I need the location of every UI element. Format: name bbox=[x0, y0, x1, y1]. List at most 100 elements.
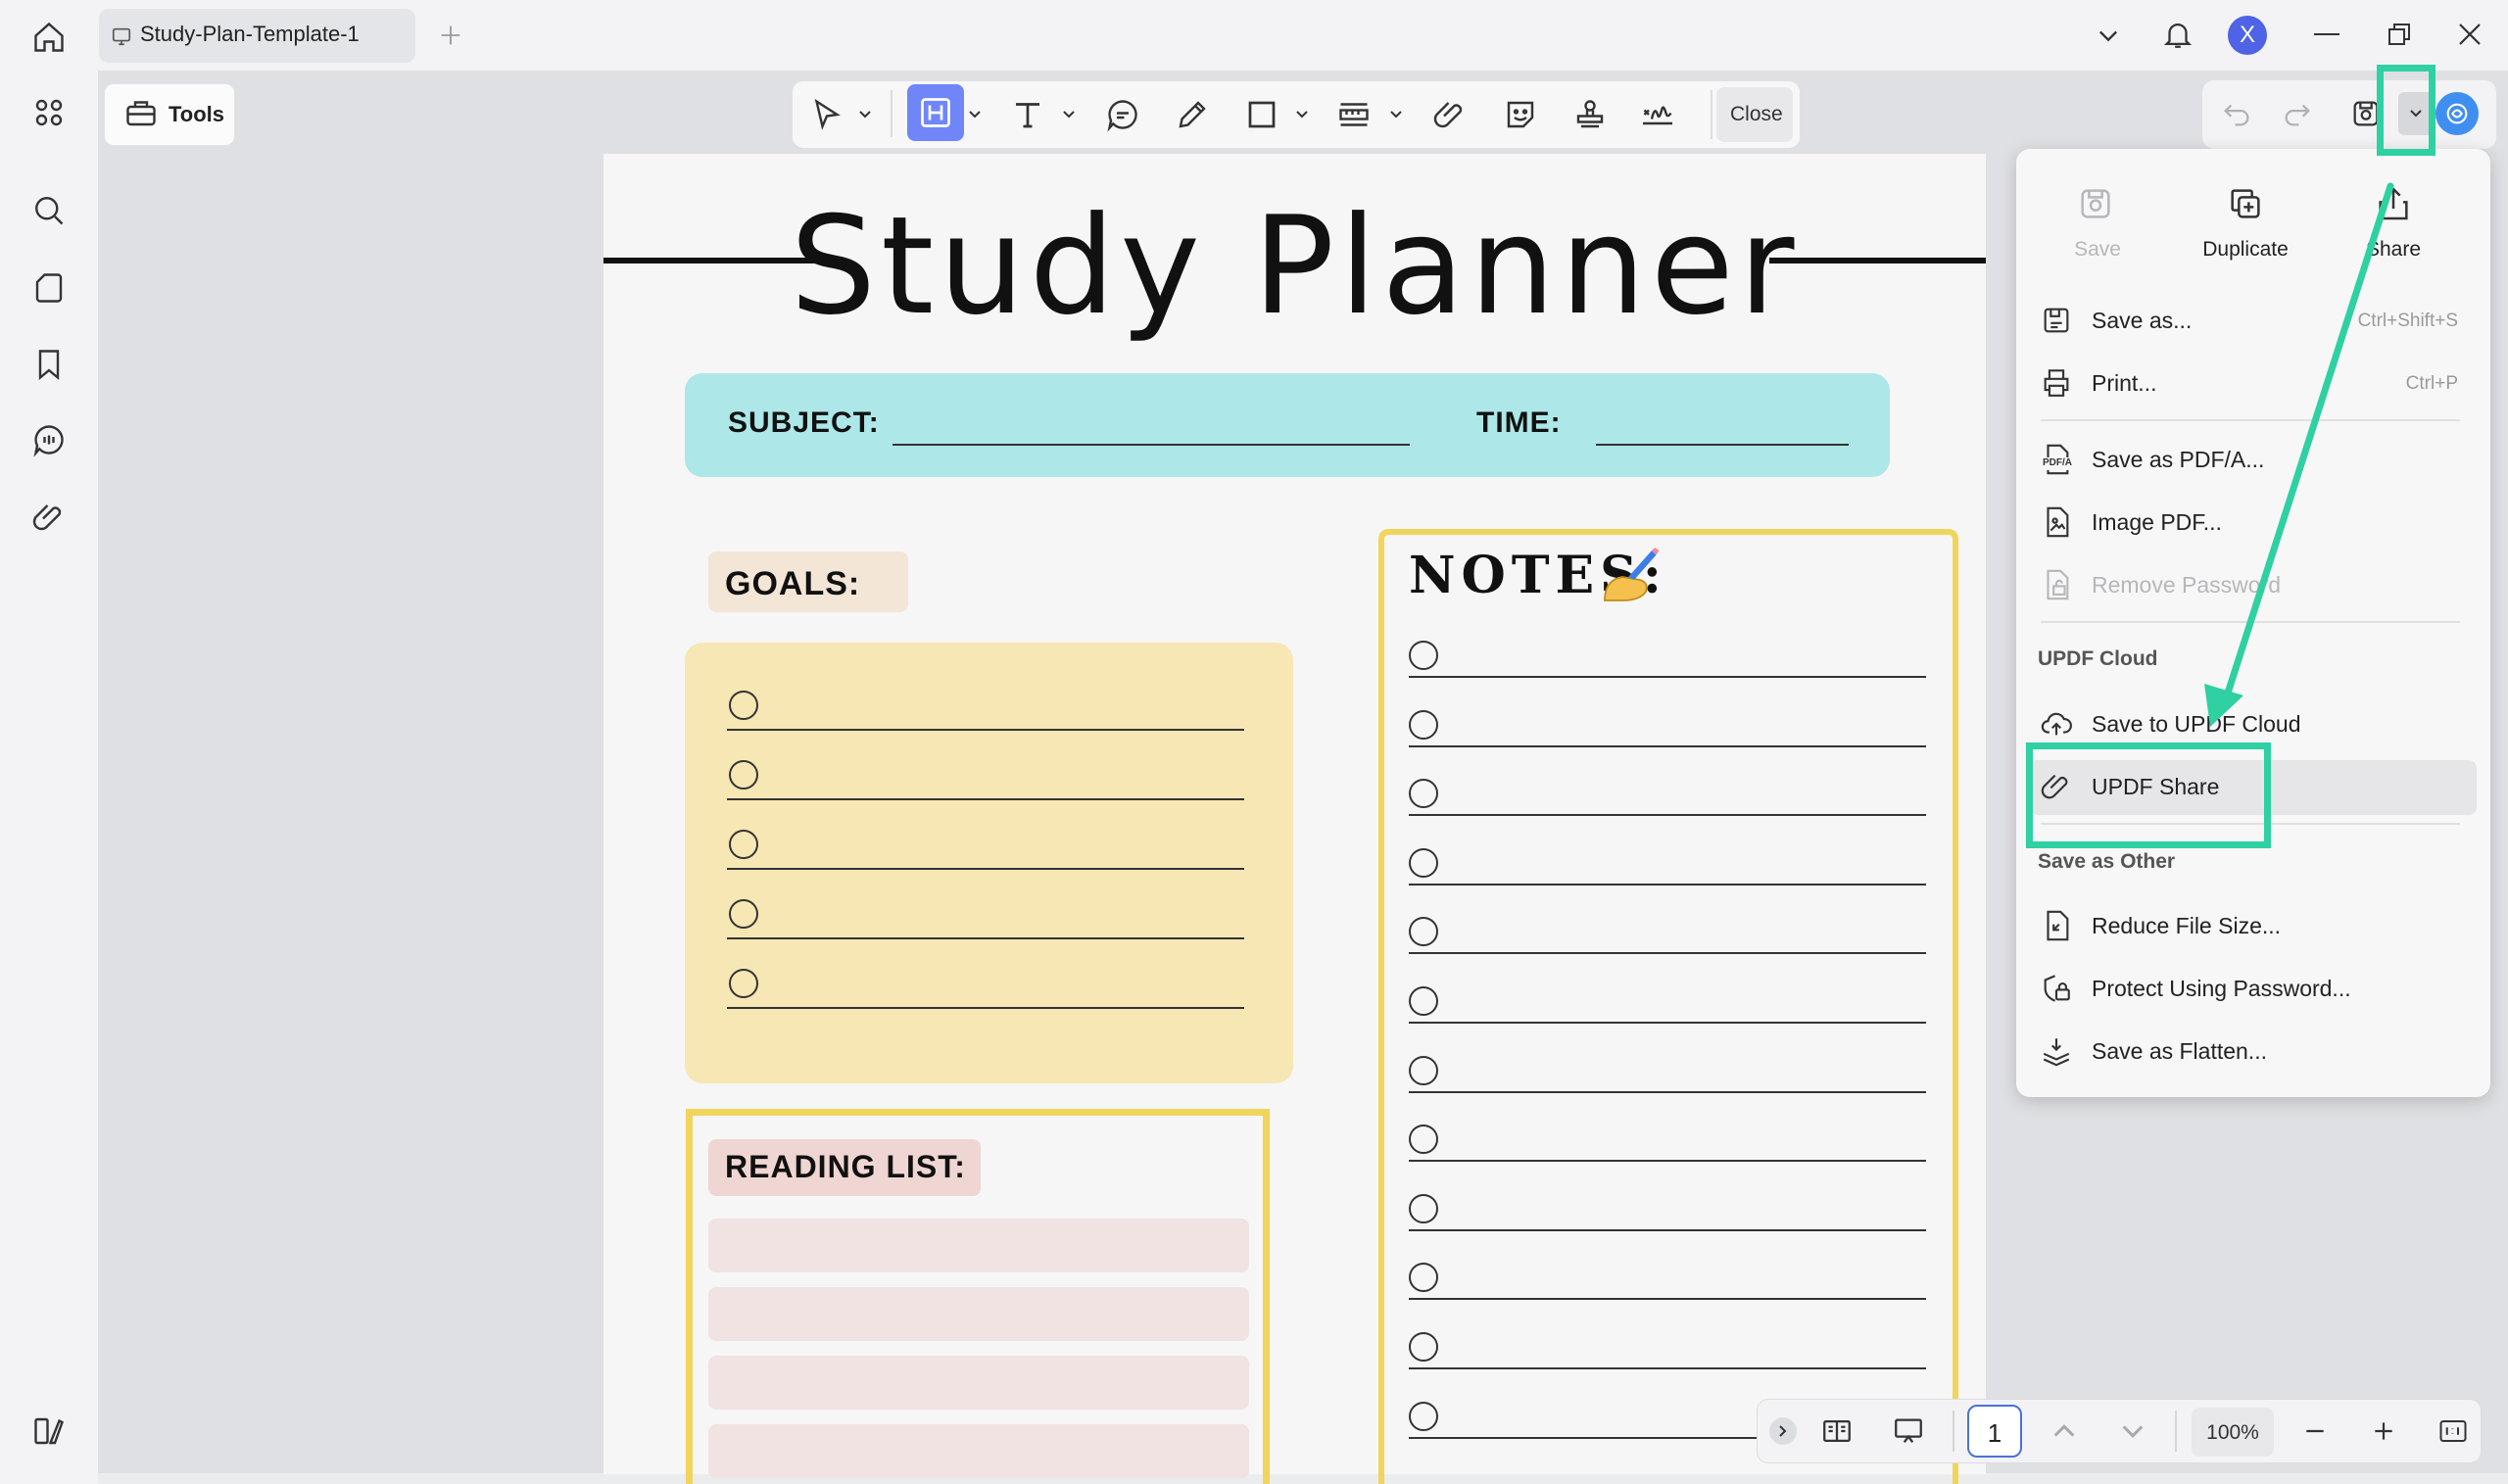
reading-list-row[interactable] bbox=[708, 1219, 1249, 1272]
note-entry-line[interactable] bbox=[1409, 814, 1926, 816]
highlight-tool-chevron-icon[interactable] bbox=[968, 110, 982, 120]
page-layout-icon[interactable] bbox=[1820, 1414, 1854, 1448]
goal-entry-line[interactable] bbox=[727, 868, 1244, 870]
tools-label: Tools bbox=[169, 102, 225, 126]
tab-list-chevron-icon[interactable] bbox=[2095, 22, 2122, 49]
apps-grid-icon[interactable] bbox=[31, 95, 67, 130]
note-checkbox[interactable] bbox=[1409, 1332, 1438, 1362]
next-page-icon[interactable] bbox=[2120, 1422, 2146, 1442]
note-checkbox[interactable] bbox=[1409, 779, 1438, 808]
goal-entry-line[interactable] bbox=[727, 1007, 1244, 1009]
presentation-icon[interactable] bbox=[1891, 1414, 1926, 1448]
stamp-tool-icon[interactable] bbox=[1572, 97, 1608, 132]
save-as-icon bbox=[2040, 304, 2073, 337]
restore-icon[interactable] bbox=[2385, 20, 2414, 49]
time-field-line[interactable] bbox=[1596, 444, 1849, 446]
note-checkbox[interactable] bbox=[1409, 986, 1438, 1016]
menu-item-save-as[interactable]: Save as... bbox=[2092, 308, 2192, 334]
save-icon[interactable] bbox=[2076, 184, 2115, 223]
bottom-bar-divider bbox=[1953, 1411, 1954, 1452]
bookmark-icon[interactable] bbox=[31, 347, 67, 382]
note-checkbox[interactable] bbox=[1409, 917, 1438, 946]
note-checkbox[interactable] bbox=[1409, 1263, 1438, 1292]
reading-list-row[interactable] bbox=[708, 1424, 1249, 1478]
toolbar-divider bbox=[891, 90, 892, 137]
toolbox-icon bbox=[123, 95, 159, 130]
section-header-save-as-other: Save as Other bbox=[2038, 850, 2176, 873]
goal-entry-line[interactable] bbox=[727, 729, 1244, 731]
home-icon[interactable] bbox=[31, 20, 67, 55]
highlight-tool-button[interactable] bbox=[907, 84, 964, 141]
zoom-in-icon[interactable] bbox=[2371, 1418, 2396, 1444]
attach-tool-icon[interactable] bbox=[1432, 97, 1468, 132]
ai-assistant-icon[interactable] bbox=[2436, 92, 2479, 135]
note-entry-line[interactable] bbox=[1409, 676, 1926, 678]
select-tool-chevron-icon[interactable] bbox=[858, 110, 872, 120]
save-action-label[interactable]: Save bbox=[2024, 238, 2171, 262]
pencil-tool-icon[interactable] bbox=[1175, 97, 1210, 132]
image-pdf-icon bbox=[2040, 505, 2073, 539]
menu-item-reduce-file-size[interactable]: Reduce File Size... bbox=[2092, 913, 2281, 939]
signature-tool-icon[interactable] bbox=[1640, 97, 1675, 132]
note-entry-line[interactable] bbox=[1409, 1229, 1926, 1231]
note-checkbox[interactable] bbox=[1409, 1402, 1438, 1431]
user-avatar[interactable]: X bbox=[2228, 16, 2267, 55]
note-entry-line[interactable] bbox=[1409, 1022, 1926, 1024]
menu-item-print[interactable]: Print... bbox=[2092, 370, 2156, 397]
note-checkbox[interactable] bbox=[1409, 848, 1438, 878]
note-checkbox[interactable] bbox=[1409, 641, 1438, 670]
notification-bell-icon[interactable] bbox=[2161, 18, 2194, 51]
note-entry-line[interactable] bbox=[1409, 745, 1926, 747]
menu-item-protect-password[interactable]: Protect Using Password... bbox=[2092, 976, 2351, 1002]
note-entry-line[interactable] bbox=[1409, 884, 1926, 886]
zoom-out-icon[interactable] bbox=[2302, 1418, 2328, 1444]
text-tool-chevron-icon[interactable] bbox=[1062, 110, 1076, 120]
note-checkbox[interactable] bbox=[1409, 1194, 1438, 1223]
note-entry-line[interactable] bbox=[1409, 1367, 1926, 1369]
shape-tool-icon[interactable] bbox=[1244, 97, 1279, 132]
attachment-icon[interactable] bbox=[31, 500, 67, 535]
note-checkbox[interactable] bbox=[1409, 1125, 1438, 1154]
pages-icon[interactable] bbox=[31, 270, 67, 306]
note-entry-line[interactable] bbox=[1409, 1091, 1926, 1093]
new-tab-icon[interactable] bbox=[437, 22, 464, 49]
close-tool-label: Close bbox=[1730, 103, 1783, 125]
measure-tool-icon[interactable] bbox=[1336, 97, 1372, 132]
goal-checkbox[interactable] bbox=[729, 899, 758, 929]
text-tool-icon[interactable] bbox=[1010, 97, 1045, 132]
previous-page-icon[interactable] bbox=[2051, 1420, 2077, 1440]
collapse-chevron-icon[interactable] bbox=[1769, 1417, 1797, 1445]
select-tool-icon[interactable] bbox=[809, 97, 844, 132]
comment-tool-icon[interactable] bbox=[1105, 97, 1140, 132]
shape-tool-chevron-icon[interactable] bbox=[1295, 110, 1309, 120]
undo-icon[interactable] bbox=[2220, 97, 2253, 130]
close-window-icon[interactable] bbox=[2455, 20, 2484, 49]
subject-field-line[interactable] bbox=[892, 444, 1410, 446]
note-entry-line[interactable] bbox=[1409, 1298, 1926, 1300]
goal-checkbox[interactable] bbox=[729, 830, 758, 859]
search-icon[interactable] bbox=[31, 193, 67, 228]
note-entry-line[interactable] bbox=[1409, 1160, 1926, 1162]
measure-tool-chevron-icon[interactable] bbox=[1389, 110, 1403, 120]
actual-size-icon[interactable] bbox=[2437, 1416, 2469, 1446]
reading-list-row[interactable] bbox=[708, 1356, 1249, 1410]
subject-label: SUBJECT: bbox=[728, 407, 880, 439]
goal-checkbox[interactable] bbox=[729, 760, 758, 790]
remove-password-icon bbox=[2040, 568, 2073, 601]
note-checkbox[interactable] bbox=[1409, 1056, 1438, 1085]
comments-icon[interactable] bbox=[31, 422, 67, 457]
sticker-tool-icon[interactable] bbox=[1503, 97, 1538, 132]
note-checkbox[interactable] bbox=[1409, 710, 1438, 740]
updf-logo-icon[interactable] bbox=[31, 1413, 67, 1449]
minimize-icon[interactable] bbox=[2314, 33, 2339, 35]
annotation-arrow-icon bbox=[2204, 182, 2394, 727]
protect-password-icon bbox=[2040, 972, 2073, 1005]
goal-checkbox[interactable] bbox=[729, 969, 758, 998]
goal-entry-line[interactable] bbox=[727, 937, 1244, 939]
menu-item-save-as-flatten[interactable]: Save as Flatten... bbox=[2092, 1038, 2267, 1065]
redo-icon[interactable] bbox=[2281, 97, 2314, 130]
goal-checkbox[interactable] bbox=[729, 691, 758, 720]
goal-entry-line[interactable] bbox=[727, 798, 1244, 800]
reading-list-row[interactable] bbox=[708, 1287, 1249, 1341]
note-entry-line[interactable] bbox=[1409, 952, 1926, 954]
